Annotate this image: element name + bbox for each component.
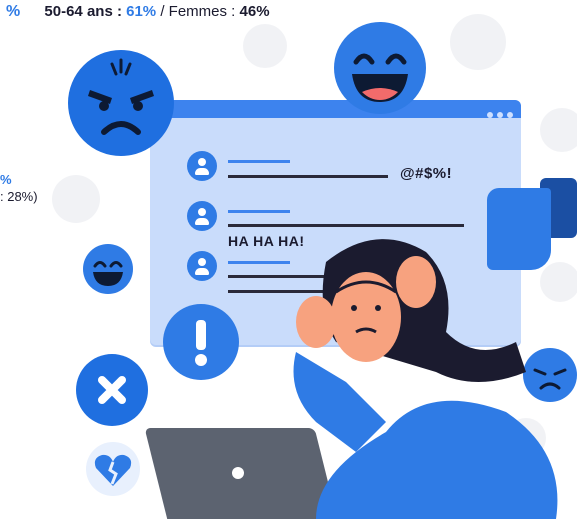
stat-line-top: % 50-64 ans : 61% / Femmes : 46% — [6, 3, 270, 21]
left-fragment-text: : 28%) — [0, 189, 38, 204]
user-avatar-icon — [187, 251, 217, 281]
laughing-emoji-icon — [83, 244, 133, 294]
faded-angry-emoji-icon — [52, 175, 100, 223]
message-line — [228, 210, 290, 213]
stat-prefix: % — [6, 3, 21, 20]
illustration-stage: % 50-64 ans : 61% / Femmes : 46% % : 28%… — [0, 0, 577, 519]
stat-left-fragment: % : 28%) — [0, 171, 38, 205]
angry-emoji-icon — [68, 50, 174, 156]
stressed-woman-illustration — [293, 239, 558, 519]
stat-women-label: Femmes : — [168, 3, 236, 20]
stat-age-label: 50-64 ans : — [44, 3, 122, 20]
stat-women-value: 46% — [239, 3, 270, 20]
window-dots-icon — [483, 105, 513, 123]
close-bubble-icon — [76, 354, 148, 426]
user-avatar-icon — [187, 201, 217, 231]
stat-separator: / — [160, 3, 165, 20]
broken-heart-bubble-icon — [86, 442, 140, 496]
left-fragment-pct: % — [0, 172, 12, 187]
stat-age-value: 61% — [126, 3, 157, 20]
message-line — [228, 175, 388, 178]
chat-message-swear: @#$%! — [400, 165, 453, 182]
laptop-logo-icon — [232, 467, 244, 479]
faded-laughing-emoji-icon — [450, 14, 506, 70]
message-line — [228, 160, 290, 163]
faded-angry-emoji-icon — [540, 108, 577, 152]
user-avatar-icon — [187, 151, 217, 181]
exclamation-bubble-icon — [163, 304, 239, 380]
faded-laughing-emoji-icon — [243, 24, 287, 68]
laughing-emoji-icon — [334, 22, 426, 114]
